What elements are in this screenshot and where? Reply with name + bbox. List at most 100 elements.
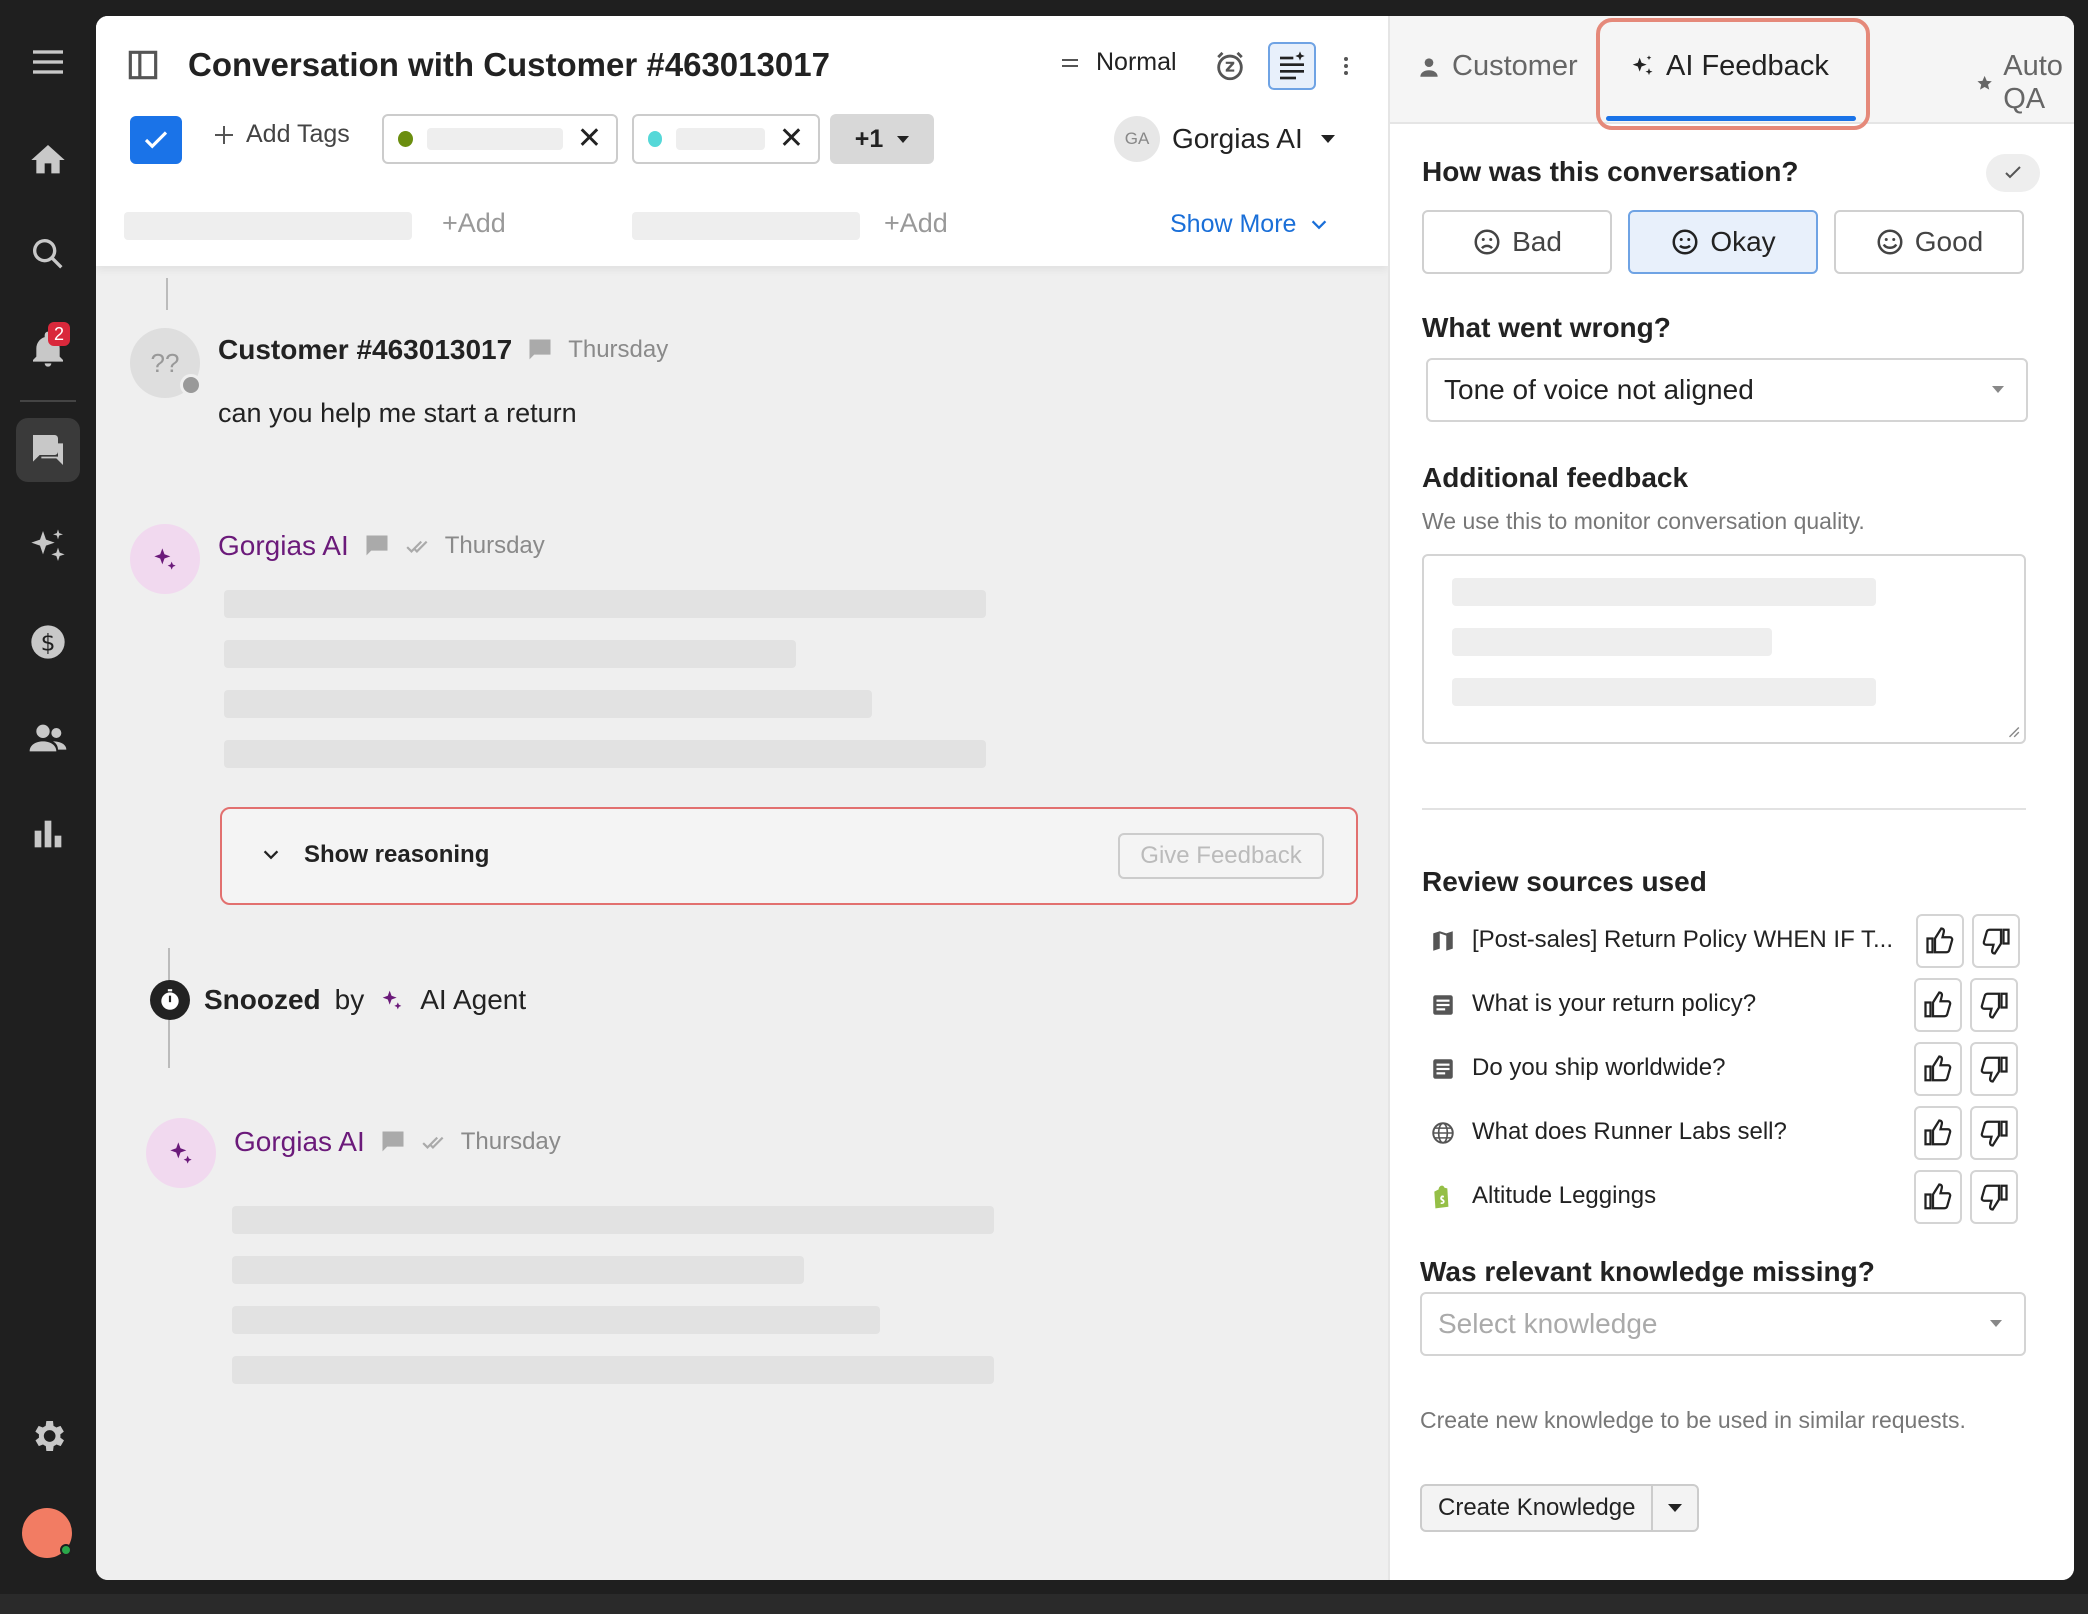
message-line-placeholder <box>232 1206 994 1234</box>
resize-handle-icon[interactable] <box>2006 724 2020 738</box>
message-line-placeholder <box>224 640 796 668</box>
chat-icon <box>366 535 388 556</box>
search-icon[interactable] <box>16 222 80 286</box>
add-field-button[interactable]: +Add <box>884 208 948 239</box>
caret-down-icon <box>897 135 910 143</box>
tab-auto-qa[interactable]: Auto QA <box>1976 50 2074 116</box>
tag-label-placeholder <box>676 128 765 150</box>
sources-title: Review sources used <box>1422 866 1707 897</box>
tag-chip[interactable]: ✕ <box>382 114 618 164</box>
caret-down-icon <box>1320 135 1335 143</box>
article-icon <box>1433 995 1453 1015</box>
select-knowledge-dropdown[interactable]: Select knowledge <box>1420 1292 2026 1356</box>
thumbs-down-icon[interactable] <box>1970 1106 2018 1160</box>
thumbs-down-icon[interactable] <box>1972 914 2020 968</box>
show-more-button[interactable]: Show More <box>1170 210 1330 239</box>
check-icon <box>144 131 168 149</box>
create-knowledge-note: Create new knowledge to be used in simil… <box>1420 1407 1966 1433</box>
ai-avatar <box>146 1118 216 1188</box>
menu-icon[interactable] <box>16 30 80 94</box>
add-field-button[interactable]: +Add <box>442 208 506 239</box>
remove-tag-icon[interactable]: ✕ <box>779 124 804 154</box>
thumbs-up-icon[interactable] <box>1914 1106 1962 1160</box>
tag-chip[interactable]: ✕ <box>632 114 820 164</box>
source-item: Altitude Leggings <box>1430 1170 2030 1224</box>
message-time: Thursday <box>568 336 669 363</box>
ai-name[interactable]: Gorgias AI <box>218 530 349 562</box>
show-reasoning-toggle[interactable]: Show reasoning <box>260 841 489 869</box>
section-divider <box>1422 808 2026 810</box>
thumbs-down-icon[interactable] <box>1970 1042 2018 1096</box>
wrong-question: What went wrong? <box>1422 312 1671 343</box>
thumbs-down-icon[interactable] <box>1970 1170 2018 1224</box>
users-icon[interactable] <box>16 706 80 770</box>
create-knowledge-dropdown[interactable] <box>1653 1486 1697 1530</box>
custom-field-placeholder <box>124 212 412 240</box>
what-went-wrong-value: Tone of voice not aligned <box>1444 374 1754 405</box>
sparkles-icon[interactable] <box>16 514 80 578</box>
source-label[interactable]: Do you ship worldwide? <box>1472 1054 1922 1082</box>
source-label[interactable]: What is your return policy? <box>1472 990 1922 1018</box>
notification-badge: 2 <box>47 322 70 346</box>
customer-name[interactable]: Customer #463013017 <box>218 334 512 366</box>
confirm-check-icon[interactable] <box>1986 154 2040 192</box>
rating-okay-button[interactable]: Okay <box>1628 210 1818 274</box>
source-label[interactable]: Altitude Leggings <box>1472 1182 1922 1210</box>
globe-icon <box>1432 1122 1454 1144</box>
remove-tag-icon[interactable]: ✕ <box>577 124 602 154</box>
svg-text:$: $ <box>41 628 56 656</box>
gear-icon[interactable] <box>16 1404 80 1468</box>
page-title: Conversation with Customer #463013017 <box>188 46 830 83</box>
customer-avatar: ?? <box>130 328 202 398</box>
add-tags-button[interactable]: Add Tags <box>212 120 350 149</box>
thumbs-up-icon[interactable] <box>1914 978 1962 1032</box>
more-tags-button[interactable]: +1 <box>830 114 934 164</box>
nav-divider <box>20 400 76 402</box>
source-label[interactable]: What does Runner Labs sell? <box>1472 1118 1922 1146</box>
what-went-wrong-select[interactable]: Tone of voice not aligned <box>1426 358 2028 422</box>
thumbs-up-icon[interactable] <box>1914 1042 1962 1096</box>
ai-summary-icon[interactable] <box>1268 42 1316 90</box>
shopify-icon <box>1434 1185 1449 1209</box>
bell-icon[interactable]: 2 <box>16 318 80 382</box>
priority-selector[interactable]: Normal <box>1058 48 1177 77</box>
give-feedback-button[interactable]: Give Feedback <box>1118 833 1324 879</box>
additional-feedback-textarea[interactable] <box>1422 554 2026 744</box>
star-icon <box>1977 75 1992 90</box>
message-line-placeholder <box>232 1356 994 1384</box>
tab-customer[interactable]: Customer <box>1416 50 1578 83</box>
select-checkbox[interactable] <box>130 116 182 164</box>
source-item: What does Runner Labs sell? <box>1430 1106 2030 1160</box>
rating-question: How was this conversation? <box>1422 156 1799 187</box>
thumbs-up-icon[interactable] <box>1916 914 1964 968</box>
show-reasoning-label: Show reasoning <box>304 841 490 868</box>
rating-good-button[interactable]: Good <box>1834 210 2024 274</box>
bar-chart-icon[interactable] <box>16 802 80 866</box>
dollar-icon[interactable]: $ <box>16 610 80 674</box>
message-line-placeholder <box>224 690 872 718</box>
source-item: What is your return policy? <box>1430 978 2030 1032</box>
chat-icon <box>382 1131 404 1152</box>
source-label[interactable]: [Post-sales] Return Policy WHEN IF T... <box>1472 926 1922 954</box>
assignee-avatar: GA <box>1114 116 1160 162</box>
snooze-icon[interactable] <box>1210 46 1250 86</box>
tag-label-placeholder <box>427 128 563 150</box>
add-tags-label: Add Tags <box>246 120 350 148</box>
thumbs-down-icon[interactable] <box>1970 978 2018 1032</box>
home-icon[interactable] <box>16 128 80 192</box>
sidebar-toggle-icon[interactable] <box>124 46 162 84</box>
ai-name[interactable]: Gorgias AI <box>234 1126 365 1158</box>
right-panel: Customer AI Feedback Auto QA How was thi… <box>1388 16 2074 1580</box>
conversations-icon[interactable] <box>16 418 80 482</box>
create-knowledge-button[interactable]: Create Knowledge <box>1422 1486 1654 1530</box>
thumbs-up-icon[interactable] <box>1914 1170 1962 1224</box>
missing-knowledge-title: Was relevant knowledge missing? <box>1420 1256 1875 1287</box>
caret-down-icon <box>1990 1320 2002 1327</box>
more-options-icon[interactable] <box>1334 46 1358 86</box>
assignee-selector[interactable]: GA Gorgias AI <box>1114 116 1335 162</box>
caret-down-icon <box>1668 1504 1683 1512</box>
chevron-down-icon <box>263 850 279 860</box>
user-avatar[interactable] <box>22 1508 72 1558</box>
rating-bad-button[interactable]: Bad <box>1422 210 1612 274</box>
customer-avatar-text: ?? <box>150 347 180 378</box>
